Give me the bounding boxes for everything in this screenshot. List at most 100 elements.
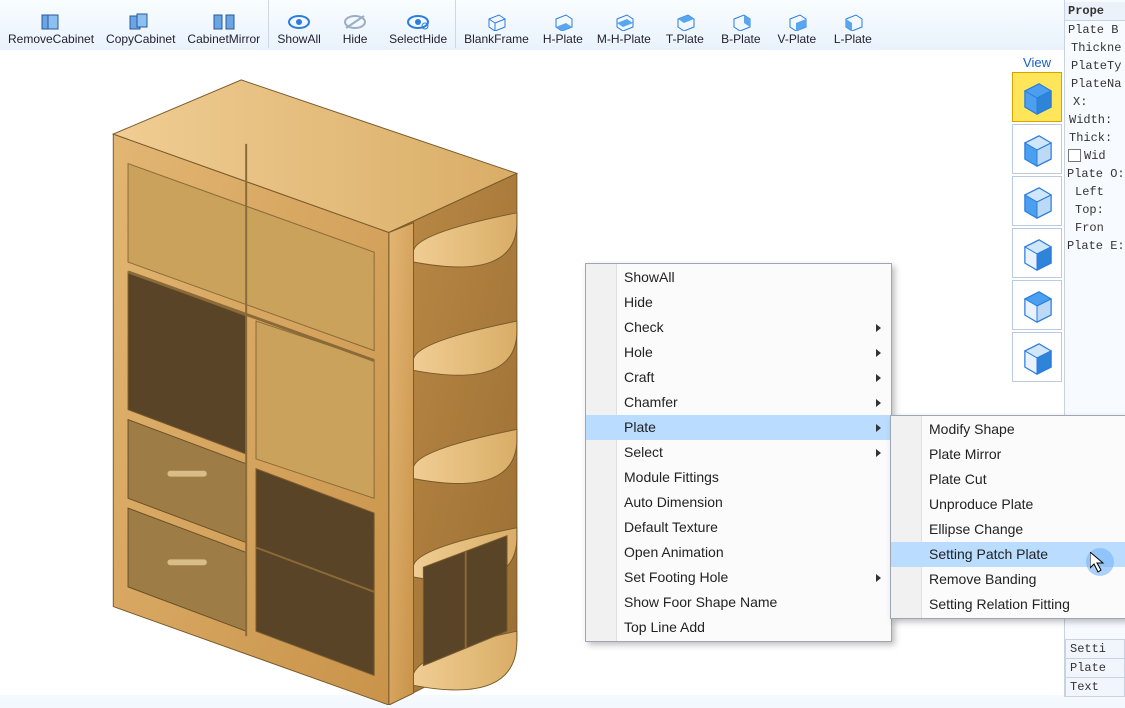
submenu-item-remove-banding[interactable]: Remove Banding (891, 567, 1125, 592)
properties-row: Left (1065, 183, 1125, 201)
cabinet-remove-icon (39, 12, 63, 32)
properties-row: Plate E: (1065, 237, 1125, 255)
properties-header: Prope (1065, 2, 1125, 21)
properties-row: Fron (1065, 219, 1125, 237)
toolbar-label: V-Plate (777, 32, 816, 46)
prop-chk-label: Wid (1084, 149, 1106, 163)
copy-cabinet-button[interactable]: CopyCabinet (100, 0, 181, 48)
submenu-item-unproduce-plate[interactable]: Unproduce Plate (891, 492, 1125, 517)
toolbar-label: B-Plate (721, 32, 760, 46)
cube-back-icon (729, 12, 753, 32)
chevron-right-icon (876, 374, 881, 382)
submenu-item-setting-relation-fitting[interactable]: Setting Relation Fitting (891, 592, 1125, 617)
properties-row: Plate O: (1065, 165, 1125, 183)
view-button-bottom[interactable] (1012, 332, 1062, 382)
view-button-right[interactable] (1012, 228, 1062, 278)
properties-tab[interactable]: Setti (1065, 639, 1125, 659)
view-button-iso[interactable] (1012, 72, 1062, 122)
menu-item-hide[interactable]: Hide (586, 290, 891, 315)
properties-tab[interactable]: Plate (1065, 658, 1125, 678)
toolbar-label: L-Plate (834, 32, 872, 46)
checkbox-icon[interactable] (1068, 149, 1081, 162)
menu-item-open-animation[interactable]: Open Animation (586, 540, 891, 565)
cube-top-icon (1019, 287, 1055, 323)
show-all-button[interactable]: ShowAll (271, 0, 327, 48)
properties-row: PlateTy (1065, 57, 1125, 75)
cube-left-icon (841, 12, 865, 32)
chevron-right-icon (876, 399, 881, 407)
cube-mid-icon (612, 12, 636, 32)
view-button-left[interactable] (1012, 176, 1062, 226)
properties-row-checkbox[interactable]: Wid (1065, 147, 1125, 165)
cabinet-copy-icon (129, 12, 153, 32)
toolbar-label: BlankFrame (464, 32, 529, 46)
properties-row: Plate B (1065, 21, 1125, 39)
view-button-top[interactable] (1012, 280, 1062, 330)
menu-item-select[interactable]: Select (586, 440, 891, 465)
cube-right-icon (1019, 235, 1055, 271)
chevron-right-icon (876, 324, 881, 332)
eye-icon (287, 12, 311, 32)
menu-item-default-texture[interactable]: Default Texture (586, 515, 891, 540)
cube-bottom-icon (551, 12, 575, 32)
menu-item-show-foor-shape-name[interactable]: Show Foor Shape Name (586, 590, 891, 615)
cube-bottom-icon (1019, 339, 1055, 375)
cube-iso-icon (1019, 79, 1055, 115)
toolbar-label: CopyCabinet (106, 32, 175, 46)
cube-front-icon (1019, 131, 1055, 167)
cabinet-model[interactable] (80, 75, 560, 705)
properties-row: Thick: (1065, 129, 1125, 147)
context-menu: ShowAllHideCheckHoleCraftChamferPlateSel… (585, 263, 892, 642)
toolbar-label: RemoveCabinet (8, 32, 94, 46)
toolbar-label: ShowAll (277, 32, 320, 46)
properties-row: PlateNa (1065, 75, 1125, 93)
menu-item-auto-dimension[interactable]: Auto Dimension (586, 490, 891, 515)
mh-plate-button[interactable]: M-H-Plate (591, 0, 657, 48)
view-panel: View (1011, 55, 1063, 384)
toolbar-label: T-Plate (666, 32, 704, 46)
eye-off-icon (343, 12, 367, 32)
submenu-item-setting-patch-plate[interactable]: Setting Patch Plate (891, 542, 1125, 567)
cabinet-mirror-icon (212, 12, 236, 32)
menu-item-module-fittings[interactable]: Module Fittings (586, 465, 891, 490)
toolbar-label: Hide (343, 32, 368, 46)
eye-select-icon (406, 12, 430, 32)
toolbar-label: H-Plate (543, 32, 583, 46)
menu-item-check[interactable]: Check (586, 315, 891, 340)
menu-item-plate[interactable]: Plate (586, 415, 891, 440)
toolbar: RemoveCabinet CopyCabinet CabinetMirror … (0, 0, 1125, 51)
menu-item-craft[interactable]: Craft (586, 365, 891, 390)
menu-item-chamfer[interactable]: Chamfer (586, 390, 891, 415)
properties-row: Top: (1065, 201, 1125, 219)
properties-tab[interactable]: Text (1065, 677, 1125, 697)
submenu-item-modify-shape[interactable]: Modify Shape (891, 417, 1125, 442)
b-plate-button[interactable]: B-Plate (713, 0, 769, 48)
t-plate-button[interactable]: T-Plate (657, 0, 713, 48)
submenu-item-plate-mirror[interactable]: Plate Mirror (891, 442, 1125, 467)
properties-row: X: (1065, 93, 1125, 111)
remove-cabinet-button[interactable]: RemoveCabinet (2, 0, 100, 48)
submenu-item-plate-cut[interactable]: Plate Cut (891, 467, 1125, 492)
context-submenu-plate: Modify ShapePlate MirrorPlate CutUnprodu… (890, 415, 1125, 619)
view-panel-title: View (1011, 55, 1063, 70)
toolbar-group-visibility: ShowAll Hide SelectHide (269, 0, 456, 48)
blank-frame-button[interactable]: BlankFrame (458, 0, 535, 48)
select-hide-button[interactable]: SelectHide (383, 0, 453, 48)
submenu-item-ellipse-change[interactable]: Ellipse Change (891, 517, 1125, 542)
l-plate-button[interactable]: L-Plate (825, 0, 881, 48)
menu-item-set-footing-hole[interactable]: Set Footing Hole (586, 565, 891, 590)
menu-item-showall[interactable]: ShowAll (586, 265, 891, 290)
toolbar-label: SelectHide (389, 32, 447, 46)
menu-item-hole[interactable]: Hole (586, 340, 891, 365)
chevron-right-icon (876, 574, 881, 582)
hide-button[interactable]: Hide (327, 0, 383, 48)
toolbar-group-plates: BlankFrame H-Plate M-H-Plate T-Plate B-P… (456, 0, 883, 48)
cabinet-svg (80, 75, 560, 705)
toolbar-label: M-H-Plate (597, 32, 651, 46)
h-plate-button[interactable]: H-Plate (535, 0, 591, 48)
cabinet-mirror-button[interactable]: CabinetMirror (181, 0, 266, 48)
v-plate-button[interactable]: V-Plate (769, 0, 825, 48)
view-button-front[interactable] (1012, 124, 1062, 174)
menu-item-top-line-add[interactable]: Top Line Add (586, 615, 891, 640)
toolbar-group-cabinet: RemoveCabinet CopyCabinet CabinetMirror (0, 0, 269, 48)
